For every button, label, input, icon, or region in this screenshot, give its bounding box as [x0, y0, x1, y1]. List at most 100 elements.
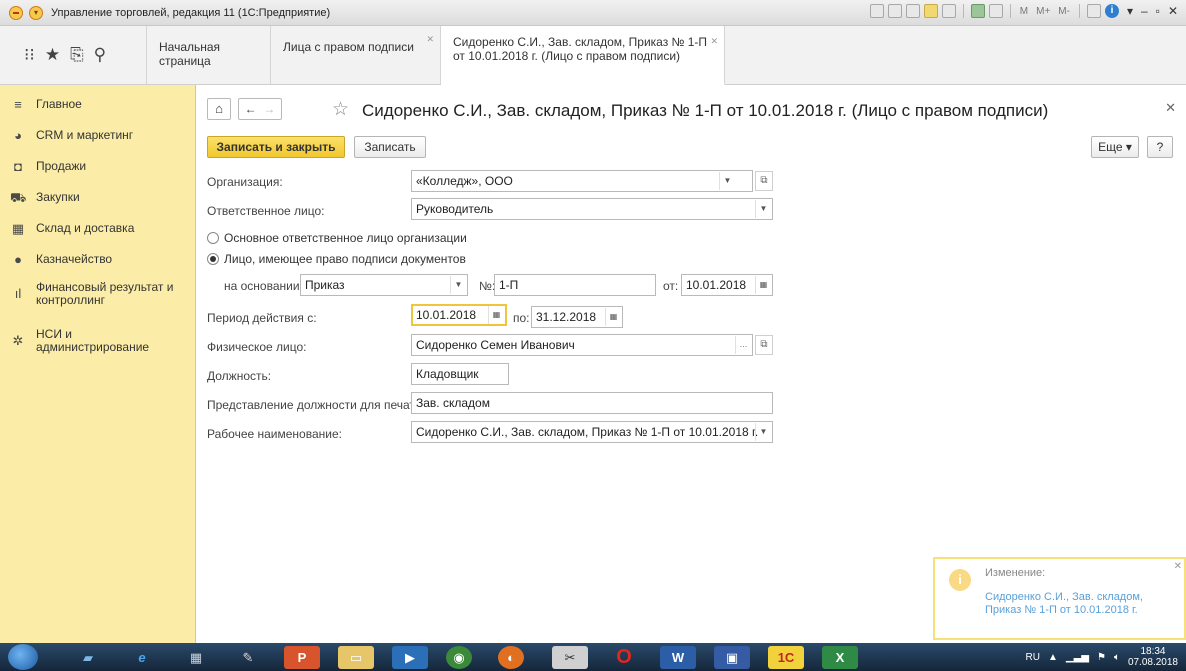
opera-icon[interactable]: O	[606, 646, 642, 669]
change-notification[interactable]: i Изменение: Сидоренко С.И., Зав. складо…	[933, 557, 1186, 640]
close-notification-icon[interactable]: ✕	[1174, 561, 1182, 572]
period-from-field[interactable]: 10.01.2018 ▦	[411, 304, 507, 326]
ie-browser-icon[interactable]: e	[124, 646, 160, 669]
snipping-tool-icon[interactable]: ✂	[552, 646, 588, 669]
open-icon[interactable]: ⧉	[755, 171, 773, 191]
chrome-icon[interactable]: ◉	[446, 646, 472, 669]
number-field[interactable]: 1-П	[494, 274, 656, 296]
sidebar-item-purchases[interactable]: ⛟ Закупки	[0, 191, 196, 205]
close-tab-icon[interactable]: ✕	[426, 34, 434, 45]
tray-arrow-icon[interactable]: ▲	[1048, 652, 1058, 663]
back-arrow-icon[interactable]: ←	[245, 102, 257, 116]
info-icon[interactable]: i	[1104, 4, 1119, 18]
sidebar-item-admin[interactable]: ✲ НСИ и администрирование	[0, 328, 196, 354]
period-to-label: по:	[513, 311, 530, 325]
flag-icon[interactable]: ⚑	[1097, 652, 1106, 663]
save-and-close-button[interactable]: Записать и закрыть	[207, 136, 345, 158]
sidebar-item-main[interactable]: ≡ Главное	[0, 98, 196, 112]
tab-signers-list[interactable]: Лица с правом подписи ✕	[271, 26, 441, 84]
sidebar-item-warehouse[interactable]: ▦ Склад и доставка	[0, 222, 196, 236]
number-label: №:	[479, 279, 496, 293]
network-icon[interactable]: ▁▃▅	[1066, 652, 1089, 663]
cart-icon: ⛟	[10, 190, 27, 205]
radio-main-responsible[interactable]: Основное ответственное лицо организации	[207, 231, 467, 245]
1c-logo-icon[interactable]	[9, 5, 23, 20]
info-icon: i	[949, 569, 971, 591]
help-button[interactable]: ?	[1147, 136, 1173, 158]
paint-app-icon[interactable]: ✎	[230, 646, 266, 669]
calculator-app-icon[interactable]: ▦	[178, 646, 214, 669]
save-button[interactable]: Записать	[354, 136, 426, 158]
excel-icon[interactable]: X	[822, 646, 858, 669]
working-name-field[interactable]: Сидоренко С.И., Зав. складом, Приказ № 1…	[411, 421, 773, 443]
tab-label: Начальная страница	[159, 40, 221, 68]
calendar-icon[interactable]: ▦	[755, 276, 771, 294]
close-window-icon[interactable]: ✕	[1168, 4, 1178, 18]
volume-icon[interactable]: 🔈︎	[1114, 652, 1120, 663]
basis-label: на основании:	[224, 279, 303, 293]
main-menu-icon[interactable]: ▾	[29, 5, 43, 20]
search-icon[interactable]: ⚲	[94, 45, 106, 65]
sidebar-item-finance[interactable]: ıl Финансовый результат и контроллинг	[0, 281, 196, 307]
memory-mplus-button[interactable]: M+	[1036, 6, 1050, 17]
dropdown-icon[interactable]: ▾	[1127, 4, 1133, 18]
restore-icon[interactable]: ▫	[1156, 4, 1160, 18]
pie-icon: ◕	[14, 128, 22, 143]
memory-mminus-button[interactable]: M-	[1058, 6, 1070, 17]
favorite-star-icon[interactable]: ☆	[332, 98, 349, 121]
history-icon[interactable]: ⎘	[70, 45, 84, 65]
powerpoint-icon[interactable]: P	[284, 646, 320, 669]
open-icon[interactable]: ⧉	[755, 335, 773, 355]
link-icon[interactable]	[941, 4, 956, 18]
person-field[interactable]: Сидоренко Семен Иванович …	[411, 334, 753, 356]
period-to-field[interactable]: 31.12.2018 ▦	[531, 306, 623, 328]
home-button[interactable]: ⌂	[207, 98, 231, 120]
responsible-field[interactable]: Руководитель ▼	[411, 198, 773, 220]
favorites-icon[interactable]	[923, 4, 938, 18]
print-position-field[interactable]: Зав. складом	[411, 392, 773, 414]
close-tab-icon[interactable]: ✕	[710, 34, 718, 48]
notes-app-icon[interactable]: ▰	[70, 646, 106, 669]
close-form-icon[interactable]: ✕	[1165, 100, 1176, 116]
favorites-star-icon[interactable]: ★	[45, 45, 60, 65]
dropdown-arrow-icon[interactable]: ▼	[450, 276, 466, 294]
clock[interactable]: 18:34 07.08.2018	[1128, 646, 1178, 668]
1c-taskbar-icon[interactable]: 1С	[768, 646, 804, 669]
print-icon[interactable]	[887, 4, 902, 18]
sidebar-item-crm[interactable]: ◕ CRM и маркетинг	[0, 129, 196, 143]
explorer-icon[interactable]: ▭	[338, 646, 374, 669]
minimize-icon[interactable]: –	[1141, 4, 1148, 18]
dropdown-arrow-icon[interactable]: ▼	[755, 423, 771, 441]
basis-field[interactable]: Приказ ▼	[300, 274, 468, 296]
organization-field[interactable]: «Колледж», ООО ▼	[411, 170, 753, 192]
basis-date-field[interactable]: 10.01.2018 ▦	[681, 274, 773, 296]
forward-arrow-icon[interactable]: →	[263, 102, 275, 116]
sidebar-item-sales[interactable]: ◘ Продажи	[0, 160, 196, 174]
calendar-icon[interactable]: ▦	[605, 308, 621, 326]
radio-signing-right[interactable]: Лицо, имеющее право подписи документов	[207, 252, 466, 266]
window-layout-icon[interactable]	[1086, 4, 1101, 18]
select-ellipsis-icon[interactable]: …	[735, 336, 751, 354]
save-icon[interactable]	[869, 4, 884, 18]
sidebar-item-treasury[interactable]: ● Казначейство	[0, 253, 196, 267]
word-icon[interactable]: W	[660, 646, 696, 669]
firefox-icon[interactable]: ◐	[498, 646, 524, 669]
floppy-save-icon[interactable]: ▣	[714, 646, 750, 669]
tab-home[interactable]: Начальная страница	[147, 26, 271, 84]
more-button[interactable]: Еще ▾	[1091, 136, 1139, 158]
calendar-icon[interactable]	[988, 4, 1003, 18]
memory-m-button[interactable]: M	[1020, 6, 1028, 17]
calendar-icon[interactable]: ▦	[488, 306, 504, 324]
language-indicator[interactable]: RU	[1026, 652, 1040, 663]
menu-icon: ≡	[14, 97, 22, 112]
media-player-icon[interactable]: ▶	[392, 646, 428, 669]
tab-current-document[interactable]: Сидоренко С.И., Зав. складом, Приказ № 1…	[441, 26, 725, 85]
preview-icon[interactable]	[905, 4, 920, 18]
apps-grid-icon[interactable]: ⁝⁝	[24, 45, 35, 65]
dropdown-arrow-icon[interactable]: ▼	[719, 172, 735, 190]
calculator-icon[interactable]	[970, 4, 985, 18]
start-button-icon[interactable]	[8, 644, 38, 670]
dropdown-arrow-icon[interactable]: ▼	[755, 200, 771, 218]
position-field[interactable]: Кладовщик	[411, 363, 509, 385]
notification-link[interactable]: Сидоренко С.И., Зав. складом, Приказ № 1…	[985, 591, 1175, 617]
